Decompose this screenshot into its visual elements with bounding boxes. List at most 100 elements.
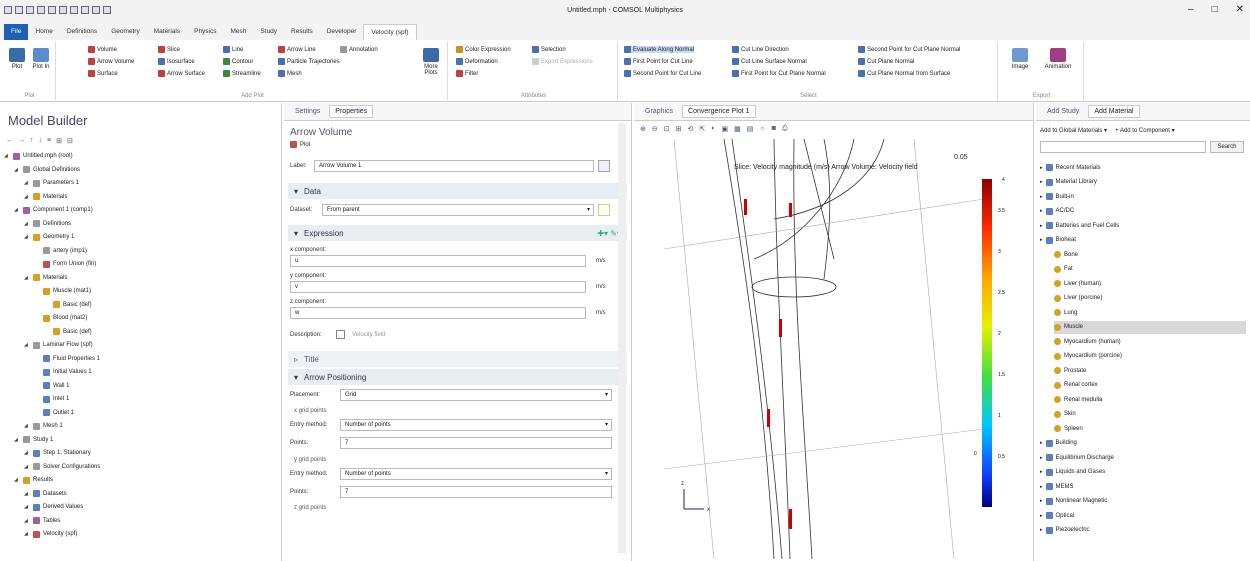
data-section-header[interactable]: ▾ Data xyxy=(288,183,627,199)
more-plots-button[interactable]: More Plots xyxy=(418,48,444,76)
tab-add-study[interactable]: Add Study xyxy=(1042,106,1084,117)
description-checkbox[interactable] xyxy=(336,330,345,339)
tree-item[interactable]: ◢ Step 1: Stationary xyxy=(24,448,91,458)
evaluate-along-normal-button[interactable]: Evaluate Along Normal xyxy=(624,46,695,53)
tree-item[interactable]: artery (imp1) xyxy=(34,246,87,256)
expand-toggle-icon[interactable]: ◢ xyxy=(24,464,30,470)
filter-button[interactable]: Filter xyxy=(456,70,478,77)
tab-graphics[interactable]: Graphics xyxy=(640,106,678,117)
tree-item[interactable]: Basic (def) xyxy=(44,327,92,337)
tree-item[interactable]: ◢ Parameters 1 xyxy=(24,178,79,188)
title-section-header[interactable]: ▹ Title xyxy=(288,351,627,367)
expand-toggle-icon[interactable]: ▸ xyxy=(1040,484,1043,490)
expand-toggle-icon[interactable]: ◢ xyxy=(24,423,30,429)
points-x-input[interactable]: 7 xyxy=(340,437,612,449)
tree-item[interactable]: ◢ Laminar Flow (spf) xyxy=(24,340,93,350)
points-y-input[interactable]: 7 xyxy=(340,486,612,498)
annotation-button[interactable]: Annotation xyxy=(340,46,378,53)
expand-toggle-icon[interactable]: ▸ xyxy=(1040,237,1043,243)
expand-toggle-icon[interactable]: ◢ xyxy=(24,518,30,524)
tree-item[interactable]: Basic (def) xyxy=(44,300,92,310)
slice-button[interactable]: Slice xyxy=(158,46,180,53)
tab-definitions[interactable]: Definitions xyxy=(60,24,104,40)
tab-results[interactable]: Results xyxy=(284,24,320,40)
material-tree-item[interactable]: Renal cortex xyxy=(1054,379,1098,392)
material-tree-item[interactable]: Liver (human) xyxy=(1054,277,1101,290)
dataset-select[interactable]: From parent ▾ xyxy=(322,204,594,216)
first-point-cut-line-button[interactable]: First Point for Cut Line xyxy=(624,58,693,65)
go-to-source-icon[interactable] xyxy=(598,204,610,216)
surface-button[interactable]: Surface xyxy=(88,70,118,77)
isosurface-button[interactable]: Isosurface xyxy=(158,58,195,65)
cut-plane-normal-button[interactable]: Cut Plane Normal xyxy=(858,58,914,65)
back-icon[interactable]: ← xyxy=(6,137,13,145)
material-tree-item[interactable]: ▸ Building xyxy=(1040,437,1077,450)
tree-item[interactable]: ◢ Study 1 xyxy=(14,435,53,445)
material-tree-item[interactable]: Lung xyxy=(1054,306,1077,319)
grid-icon[interactable]: ▤ xyxy=(747,125,754,133)
tree-item[interactable]: ◢ Derived Values xyxy=(24,502,83,512)
tree-item[interactable]: Inlet 1 xyxy=(34,394,69,404)
zoom-extents-icon[interactable]: ⊞ xyxy=(676,125,682,133)
x-component-input[interactable]: u xyxy=(290,255,586,267)
transparency-icon[interactable]: ◐ xyxy=(711,125,715,133)
tree-item[interactable]: Muscle (mat1) xyxy=(34,286,91,296)
expand-toggle-icon[interactable]: ◢ xyxy=(24,180,30,186)
cut-line-direction-button[interactable]: Cut Line Direction xyxy=(732,46,789,53)
animation-button[interactable]: Animation xyxy=(1042,48,1074,70)
material-tree-item[interactable]: ▸ Recent Materials xyxy=(1040,161,1101,174)
search-button[interactable]: Search xyxy=(1210,141,1244,153)
expand-toggle-icon[interactable]: ◢ xyxy=(24,234,30,240)
expand-toggle-icon[interactable]: ▸ xyxy=(1040,527,1043,533)
label-field[interactable]: Arrow Volume 1 xyxy=(314,160,594,172)
expand-toggle-icon[interactable]: ▸ xyxy=(1040,179,1043,185)
expand-toggle-icon[interactable]: ◢ xyxy=(14,437,20,443)
tab-study[interactable]: Study xyxy=(253,24,284,40)
expand-toggle-icon[interactable]: ▸ xyxy=(1040,455,1043,461)
expand-toggle-icon[interactable]: ▸ xyxy=(1040,208,1043,214)
material-tree-item[interactable]: ▸ Material Library xyxy=(1040,176,1097,189)
tree-item[interactable]: Outlet 1 xyxy=(34,408,74,418)
up-icon[interactable]: ↑ xyxy=(30,137,34,145)
forward-icon[interactable]: → xyxy=(18,137,25,145)
add-global-materials-button[interactable]: Add to Global Materials ▾ xyxy=(1040,127,1107,134)
tree-item[interactable]: Fluid Properties 1 xyxy=(34,354,100,364)
select-icon[interactable]: ⇱ xyxy=(699,125,705,133)
material-tree-item[interactable]: ▸ Optical xyxy=(1040,509,1074,522)
tree-item[interactable]: Initial Values 1 xyxy=(34,367,92,377)
tree-item[interactable]: ◢ Solver Configurations xyxy=(24,462,100,472)
material-tree-item[interactable]: Renal medulla xyxy=(1054,393,1102,406)
material-tree-item[interactable]: ▸ Equilibrium Discharge xyxy=(1040,451,1114,464)
entry-method-x-select[interactable]: Number of points ▾ xyxy=(340,419,612,431)
minimize-icon[interactable]: – xyxy=(1188,4,1194,15)
expand-toggle-icon[interactable]: ◢ xyxy=(24,504,30,510)
zoom-box-icon[interactable]: ⊡ xyxy=(664,125,670,133)
streamline-button[interactable]: Streamline xyxy=(223,70,261,77)
expand-toggle-icon[interactable]: ▸ xyxy=(1040,165,1043,171)
deformation-button[interactable]: Deformation xyxy=(456,58,498,65)
plot-in-button[interactable]: Plot In xyxy=(30,48,52,70)
expand-toggle-icon[interactable]: ◢ xyxy=(24,531,30,537)
expand-toggle-icon[interactable]: ▸ xyxy=(1040,498,1043,504)
tree-item[interactable]: ◢ Geometry 1 xyxy=(24,232,74,242)
material-tree-item[interactable]: ▸ Liquids and Gases xyxy=(1040,466,1105,479)
particle-trajectories-button[interactable]: Particle Trajectories xyxy=(278,58,340,65)
collapse-icon[interactable]: ⊟ xyxy=(67,137,73,145)
material-tree-item[interactable]: ▸ Batteries and Fuel Cells xyxy=(1040,219,1119,232)
cut-plane-normal-from-surface-button[interactable]: Cut Plane Normal from Surface xyxy=(858,70,950,77)
selection-button[interactable]: Selection xyxy=(532,46,566,53)
expand-toggle-icon[interactable]: ▸ xyxy=(1040,223,1043,229)
mesh-button[interactable]: Mesh xyxy=(278,70,302,77)
material-tree-item[interactable]: Skin xyxy=(1054,408,1076,421)
close-icon[interactable]: ✕ xyxy=(1236,4,1244,15)
z-component-input[interactable]: w xyxy=(290,307,586,319)
material-tree-item[interactable]: ▸ MEMS xyxy=(1040,480,1074,493)
expand-icon[interactable]: ⊞ xyxy=(56,137,62,145)
tab-materials[interactable]: Materials xyxy=(147,24,187,40)
expand-toggle-icon[interactable]: ◢ xyxy=(24,275,30,281)
material-tree-item[interactable]: Myocardium (porcine) xyxy=(1054,350,1122,363)
expand-toggle-icon[interactable]: ▸ xyxy=(1040,469,1043,475)
material-tree-item[interactable]: ▸ AC/DC xyxy=(1040,205,1074,218)
y-component-input[interactable]: v xyxy=(290,281,586,293)
expand-toggle-icon[interactable]: ▸ xyxy=(1040,440,1043,446)
